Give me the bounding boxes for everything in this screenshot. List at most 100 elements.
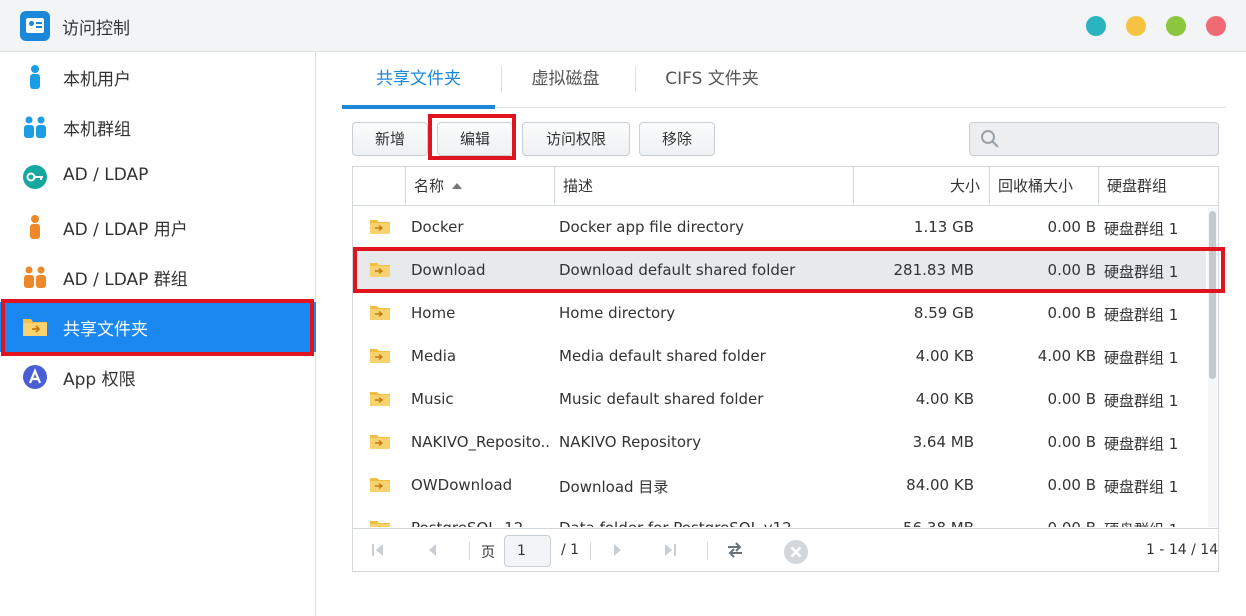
previous-page-icon[interactable] xyxy=(423,541,441,559)
tab-divider xyxy=(635,66,636,92)
user-icon xyxy=(30,215,40,239)
pager-divider xyxy=(469,542,470,560)
cell-size: 4.00 KB xyxy=(915,347,974,365)
column-header-description[interactable]: 描述 xyxy=(554,167,854,206)
folder-icon xyxy=(370,219,390,234)
cell-description: Media default shared folder xyxy=(559,347,766,365)
table-row[interactable]: Media Media default shared folder 4.00 KB 4… xyxy=(353,335,1206,378)
cell-size: 3.64 MB xyxy=(912,433,974,451)
column-header-recycle-size[interactable]: 回收桶大小 xyxy=(989,167,1099,206)
clear-filter-icon[interactable] xyxy=(783,539,809,565)
sidebar-item-label: AD / LDAP xyxy=(63,165,149,185)
cell-size: 4.00 KB xyxy=(915,390,974,408)
pager-divider xyxy=(707,542,708,560)
table-row[interactable]: Music Music default shared folder 4.00 KB 0… xyxy=(353,378,1206,421)
cell-size: 56.38 MB xyxy=(853,519,974,527)
cell-name: Docker xyxy=(411,218,464,236)
group-icon xyxy=(24,266,46,288)
tab-shared-folders[interactable]: 共享文件夹 xyxy=(342,56,495,109)
pager-divider xyxy=(590,542,591,560)
tab-bar: 共享文件夹 虚拟磁盘 CIFS 文件夹 xyxy=(342,56,1226,109)
cell-recycle-size: 0.00 B xyxy=(989,519,1096,527)
cell-disk-group: 硬盘群组 1 xyxy=(1104,306,1179,324)
cell-name: PostgreSQL_12 xyxy=(411,519,551,527)
sidebar-item-label: AD / LDAP 用户 xyxy=(63,220,188,240)
table-row[interactable]: Docker Docker app file directory 1.13 GB 0.… xyxy=(353,206,1206,249)
folder-icon xyxy=(370,348,390,363)
group-icon xyxy=(24,116,46,138)
cell-size: 8.59 GB xyxy=(913,304,974,322)
access-permission-button[interactable]: 访问权限 xyxy=(522,122,630,156)
folder-icon xyxy=(370,520,390,527)
cell-name: NAKIVO_Reposito... xyxy=(411,433,551,451)
table-row[interactable]: NAKIVO_Reposito... NAKIVO Repository 3.64 … xyxy=(353,421,1206,464)
search-icon xyxy=(981,130,999,148)
window-info-button[interactable] xyxy=(1086,16,1106,36)
sidebar-item-ad-ldap-groups[interactable]: AD / LDAP 群组 xyxy=(0,252,316,302)
sidebar-item-local-users[interactable]: 本机用户 xyxy=(0,52,316,102)
next-page-icon[interactable] xyxy=(609,541,627,559)
table-row[interactable]: OWDownload Download 目录 84.00 KB 0.00 B 硬盘群组 … xyxy=(353,464,1206,507)
sidebar-item-label: App 权限 xyxy=(63,370,136,390)
cell-name: OWDownload xyxy=(411,476,513,494)
cell-name: Media xyxy=(411,347,457,365)
sort-ascending-icon xyxy=(452,183,463,189)
table-row[interactable]: PostgreSQL_12 Data folder for PostgreSQL … xyxy=(353,507,1206,527)
highlight-frame-selected-row xyxy=(353,247,1225,293)
sidebar-item-ad-ldap[interactable]: AD / LDAP xyxy=(0,152,316,202)
sidebar-item-app-permissions[interactable]: App 权限 xyxy=(0,352,316,402)
scrollbar-thumb[interactable] xyxy=(1209,211,1216,379)
cell-recycle-size: 0.00 B xyxy=(1047,390,1096,408)
table-row[interactable]: Home Home directory 8.59 GB 0.00 B 硬盘群组 1 xyxy=(353,292,1206,335)
cell-description: Data folder for PostgreSQL v12 xyxy=(559,519,849,527)
folder-icon xyxy=(370,477,390,492)
key-icon xyxy=(23,165,47,189)
page-total: / 1 xyxy=(561,542,580,558)
cell-description: Music default shared folder xyxy=(559,390,764,408)
sidebar-item-ad-ldap-users[interactable]: AD / LDAP 用户 xyxy=(0,202,316,252)
cell-size: 1.13 GB xyxy=(913,218,974,236)
cell-description: NAKIVO Repository xyxy=(559,433,702,451)
add-button[interactable]: 新增 xyxy=(352,122,428,156)
cell-recycle-size: 0.00 B xyxy=(1047,218,1096,236)
cell-size: 84.00 KB xyxy=(906,476,974,494)
cell-disk-group: 硬盘群组 1 xyxy=(1104,392,1179,410)
cell-recycle-size: 0.00 B xyxy=(1047,433,1096,451)
search-input[interactable] xyxy=(969,122,1219,156)
last-page-icon[interactable] xyxy=(661,541,679,559)
sidebar-item-label: 本机群组 xyxy=(63,120,131,140)
tab-cifs-folders[interactable]: CIFS 文件夹 xyxy=(642,56,782,108)
remove-button[interactable]: 移除 xyxy=(639,122,715,156)
column-header-label: 名称 xyxy=(414,177,445,195)
access-control-app-icon xyxy=(20,11,50,41)
column-header-size[interactable]: 大小 xyxy=(853,167,990,206)
window-maximize-button[interactable] xyxy=(1166,16,1186,36)
shared-folder-table: 名称 描述 大小 回收桶大小 硬盘群组 Docker Docker app fil… xyxy=(352,166,1219,572)
first-page-icon[interactable] xyxy=(369,541,387,559)
cell-name: Home xyxy=(411,304,456,322)
refresh-icon[interactable] xyxy=(726,541,744,559)
window-close-button[interactable] xyxy=(1206,16,1226,36)
page-label: 页 xyxy=(481,545,495,561)
sidebar-item-local-groups[interactable]: 本机群组 xyxy=(0,102,316,152)
cell-recycle-size: 4.00 KB xyxy=(1037,347,1096,365)
tab-virtual-disks[interactable]: 虚拟磁盘 xyxy=(507,56,624,108)
page-number-input[interactable]: 1 xyxy=(504,535,551,567)
column-header-disk-group[interactable]: 硬盘群组 xyxy=(1098,167,1218,206)
folder-icon xyxy=(370,305,390,320)
app-icon xyxy=(23,365,47,389)
window-minimize-button[interactable] xyxy=(1126,16,1146,36)
tab-divider xyxy=(501,66,502,92)
pagination-bar: 页 1 / 1 1 - 14 / 14 xyxy=(353,528,1219,571)
cell-recycle-size: 0.00 B xyxy=(1047,476,1096,494)
highlight-frame-edit xyxy=(428,114,516,160)
cell-disk-group: 硬盘群组 1 xyxy=(1104,220,1179,238)
cell-disk-group: 硬盘群组 1 xyxy=(1104,435,1179,453)
column-header-name[interactable]: 名称 xyxy=(405,167,555,206)
cell-description: Home directory xyxy=(559,304,676,322)
title-bar: 访问控制 xyxy=(0,0,1246,52)
record-range: 1 - 14 / 14 xyxy=(1146,542,1219,558)
cell-description: Docker app file directory xyxy=(559,218,745,236)
cell-disk-group: 硬盘群组 1 xyxy=(1104,478,1179,496)
cell-name: Music xyxy=(411,390,454,408)
